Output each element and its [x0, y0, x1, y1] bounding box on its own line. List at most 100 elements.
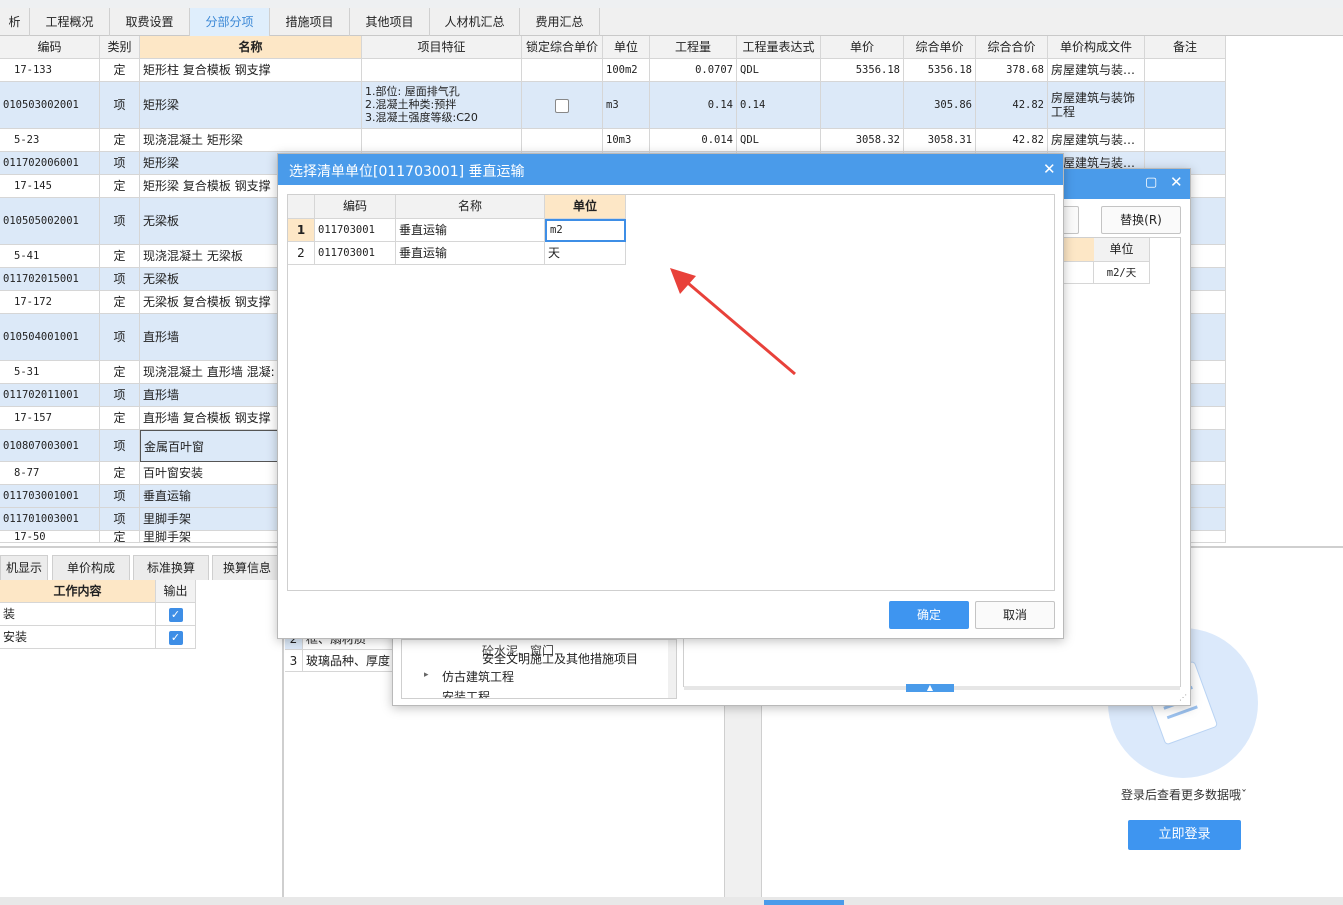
tab-unit-price-composition[interactable]: 单价构成 [52, 555, 130, 580]
row-quantity[interactable]: 0.14 [650, 82, 737, 129]
row-code[interactable]: 011703001001 [0, 485, 100, 508]
row-code[interactable]: 17-133 [0, 59, 100, 82]
row-comp-price[interactable]: 5356.18 [904, 59, 976, 82]
tree-item[interactable]: 仿古建筑工程 [442, 668, 514, 685]
tab-cost-summary[interactable]: 费用汇总 [520, 8, 600, 36]
row-unit[interactable]: m3 [603, 82, 650, 129]
column-header[interactable]: 单位 [603, 36, 650, 59]
column-header[interactable]: 名称 [140, 36, 362, 59]
row-code[interactable]: 010503002001 [0, 82, 100, 129]
tab-machine-display[interactable]: 机显示 [0, 555, 48, 580]
column-header[interactable]: 单价构成文件 [1048, 36, 1145, 59]
row-name[interactable]: 矩形梁 [140, 82, 362, 129]
column-header[interactable]: 锁定综合单价 [522, 36, 603, 59]
row-code[interactable]: 011702015001 [0, 268, 100, 291]
column-header[interactable]: 单价 [821, 36, 904, 59]
row-unit-selected[interactable]: m2 [545, 219, 626, 242]
row-code[interactable]: 011702011001 [0, 384, 100, 407]
tab-materials[interactable]: 人材机汇总 [430, 8, 520, 36]
row-code[interactable]: 011703001 [315, 219, 396, 242]
vscrollbar[interactable] [668, 640, 676, 698]
tab-conversion-info[interactable]: 换算信息 [212, 555, 282, 580]
row-name[interactable]: 矩形柱 复合模板 钢支撑 [140, 59, 362, 82]
tab-fee-settings[interactable]: 取费设置 [110, 8, 190, 36]
ok-button[interactable]: 确定 [889, 601, 969, 629]
row-code[interactable]: 011701003001 [0, 508, 100, 531]
replace-button[interactable]: 替换(R) [1101, 206, 1181, 234]
row-code[interactable]: 17-157 [0, 407, 100, 430]
row-unit-price[interactable]: 5356.18 [821, 59, 904, 82]
row-code[interactable]: 17-50 [0, 531, 100, 543]
row-name[interactable]: 垂直运输 [396, 242, 545, 265]
column-header[interactable]: 工程量表达式 [737, 36, 821, 59]
row-comp-total[interactable]: 42.82 [976, 129, 1048, 152]
row-remark[interactable] [1145, 59, 1226, 82]
close-icon[interactable]: ✕ [1043, 160, 1056, 178]
row-code[interactable]: 010504001001 [0, 314, 100, 361]
expand-icon[interactable]: ▸ [424, 670, 429, 680]
row-code[interactable]: 8-77 [0, 462, 100, 485]
login-button[interactable]: 立即登录 [1128, 820, 1241, 850]
row-price-file[interactable]: 房屋建筑与装… [1048, 129, 1145, 152]
resize-grip-icon[interactable]: ⋰ [1179, 693, 1187, 702]
row-code[interactable]: 010505002001 [0, 198, 100, 245]
tab-sub-items[interactable]: 分部分项 [190, 8, 270, 36]
row-feature[interactable] [362, 59, 522, 82]
row-comp-total[interactable]: 42.82 [976, 82, 1048, 129]
tab-other-items[interactable]: 其他项目 [350, 8, 430, 36]
row-name[interactable]: 现浇混凝土 矩形梁 [140, 129, 362, 152]
row-unit-price[interactable] [821, 82, 904, 129]
column-header[interactable]: 编码 [0, 36, 100, 59]
column-header[interactable]: 类别 [100, 36, 140, 59]
row-quantity[interactable]: 0.014 [650, 129, 737, 152]
row-price-file[interactable]: 房屋建筑与装饰 工程 [1048, 82, 1145, 129]
row-expression[interactable]: QDL [737, 59, 821, 82]
row-feature[interactable] [362, 129, 522, 152]
row-expression[interactable]: QDL [737, 129, 821, 152]
maximize-icon[interactable]: ▢ [1145, 175, 1157, 190]
row-code[interactable]: 17-145 [0, 175, 100, 198]
row-unit[interactable]: 10m3 [603, 129, 650, 152]
row-code[interactable]: 17-172 [0, 291, 100, 314]
row-comp-total[interactable]: 378.68 [976, 59, 1048, 82]
row-code[interactable]: 010807003001 [0, 430, 100, 462]
row-remark[interactable] [1145, 82, 1226, 129]
row-quantity[interactable]: 0.0707 [650, 59, 737, 82]
row-lock[interactable] [522, 82, 603, 129]
row-comp-price[interactable]: 305.86 [904, 82, 976, 129]
row-unit[interactable]: 天 [545, 242, 626, 265]
row-name[interactable]: 垂直运输 [396, 219, 545, 242]
column-header[interactable]: 项目特征 [362, 36, 522, 59]
tree-item[interactable]: 安全文明施工及其他措施项目 [482, 650, 638, 667]
tree-item[interactable]: 安装工程 [442, 688, 490, 698]
file-line: 工程 [1051, 105, 1076, 119]
row-lock[interactable] [522, 129, 603, 152]
row-code[interactable]: 011703001 [315, 242, 396, 265]
column-header[interactable]: 综合合价 [976, 36, 1048, 59]
row-code[interactable]: 011702006001 [0, 152, 100, 175]
row-feature[interactable]: 1.部位: 屋面排气孔 2.混凝土种类:预拌 3.混凝土强度等级:C20 [362, 82, 522, 129]
column-header[interactable]: 备注 [1145, 36, 1226, 59]
row-lock[interactable] [522, 59, 603, 82]
close-icon[interactable]: ✕ [1170, 173, 1183, 191]
column-header[interactable]: 综合单价 [904, 36, 976, 59]
tab-standard-conversion[interactable]: 标准换算 [133, 555, 209, 580]
row-unit[interactable]: 100m2 [603, 59, 650, 82]
output-checkbox[interactable]: ✓ [156, 603, 196, 626]
collapse-handle[interactable]: ▲ [906, 684, 954, 692]
row-code[interactable]: 5-31 [0, 361, 100, 384]
row-code[interactable]: 5-41 [0, 245, 100, 268]
row-remark[interactable] [1145, 129, 1226, 152]
column-header[interactable]: 工程量 [650, 36, 737, 59]
cancel-button[interactable]: 取消 [975, 601, 1055, 629]
row-price-file[interactable]: 房屋建筑与装… [1048, 59, 1145, 82]
output-checkbox[interactable]: ✓ [156, 626, 196, 649]
tab-overview[interactable]: 工程概况 [30, 8, 110, 36]
lock-checkbox[interactable] [555, 98, 569, 113]
row-code[interactable]: 5-23 [0, 129, 100, 152]
tab-measures[interactable]: 措施项目 [270, 8, 350, 36]
row-unit-price[interactable]: 3058.32 [821, 129, 904, 152]
row-expression[interactable]: 0.14 [737, 82, 821, 129]
tab-analysis[interactable]: 析 [0, 8, 30, 36]
row-comp-price[interactable]: 3058.31 [904, 129, 976, 152]
